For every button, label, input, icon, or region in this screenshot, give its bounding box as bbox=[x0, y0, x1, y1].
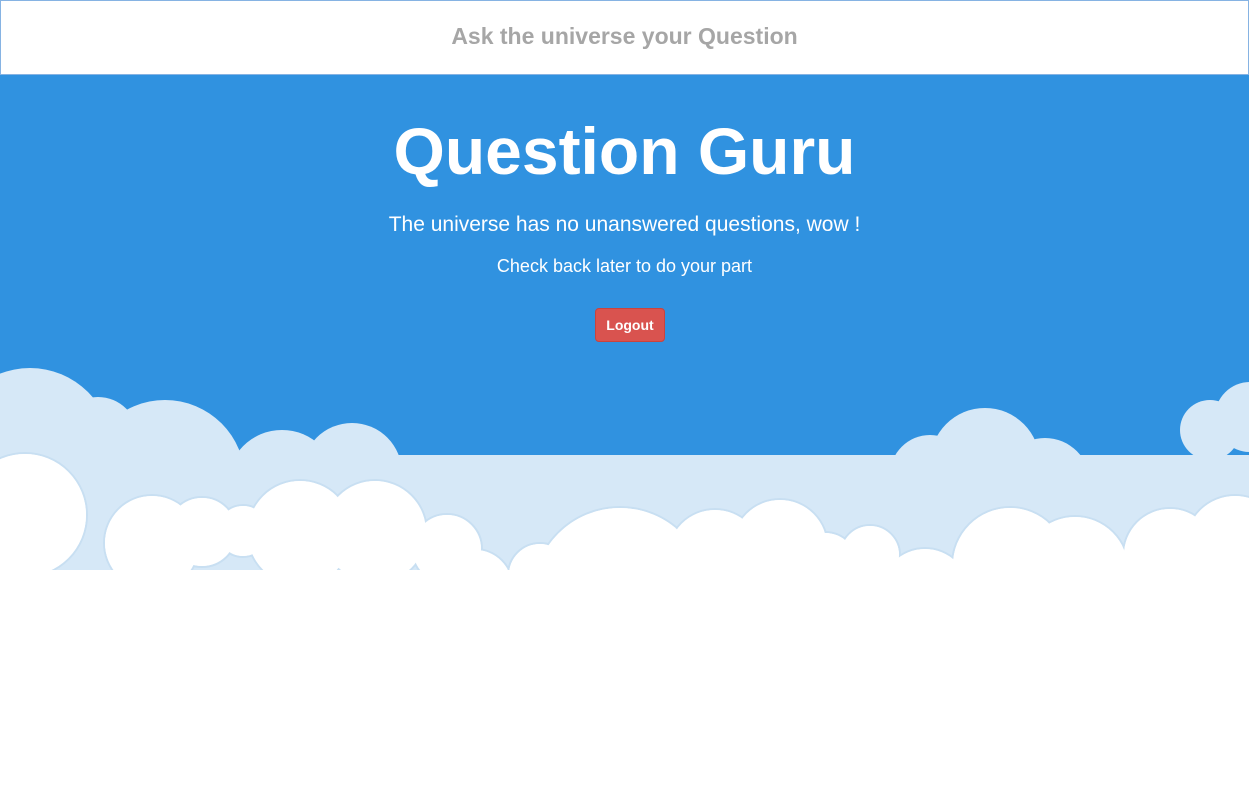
cloud-decoration bbox=[0, 368, 1249, 793]
logout-button[interactable]: Logout bbox=[595, 308, 665, 342]
hero-section: Question Guru The universe has no unansw… bbox=[0, 75, 1249, 793]
empty-state-message: The universe has no unanswered questions… bbox=[388, 213, 861, 236]
page-title: Question Guru bbox=[393, 114, 856, 188]
question-input[interactable] bbox=[1, 1, 1248, 74]
empty-state-note: Check back later to do your part bbox=[496, 256, 753, 276]
question-bar bbox=[0, 0, 1249, 75]
